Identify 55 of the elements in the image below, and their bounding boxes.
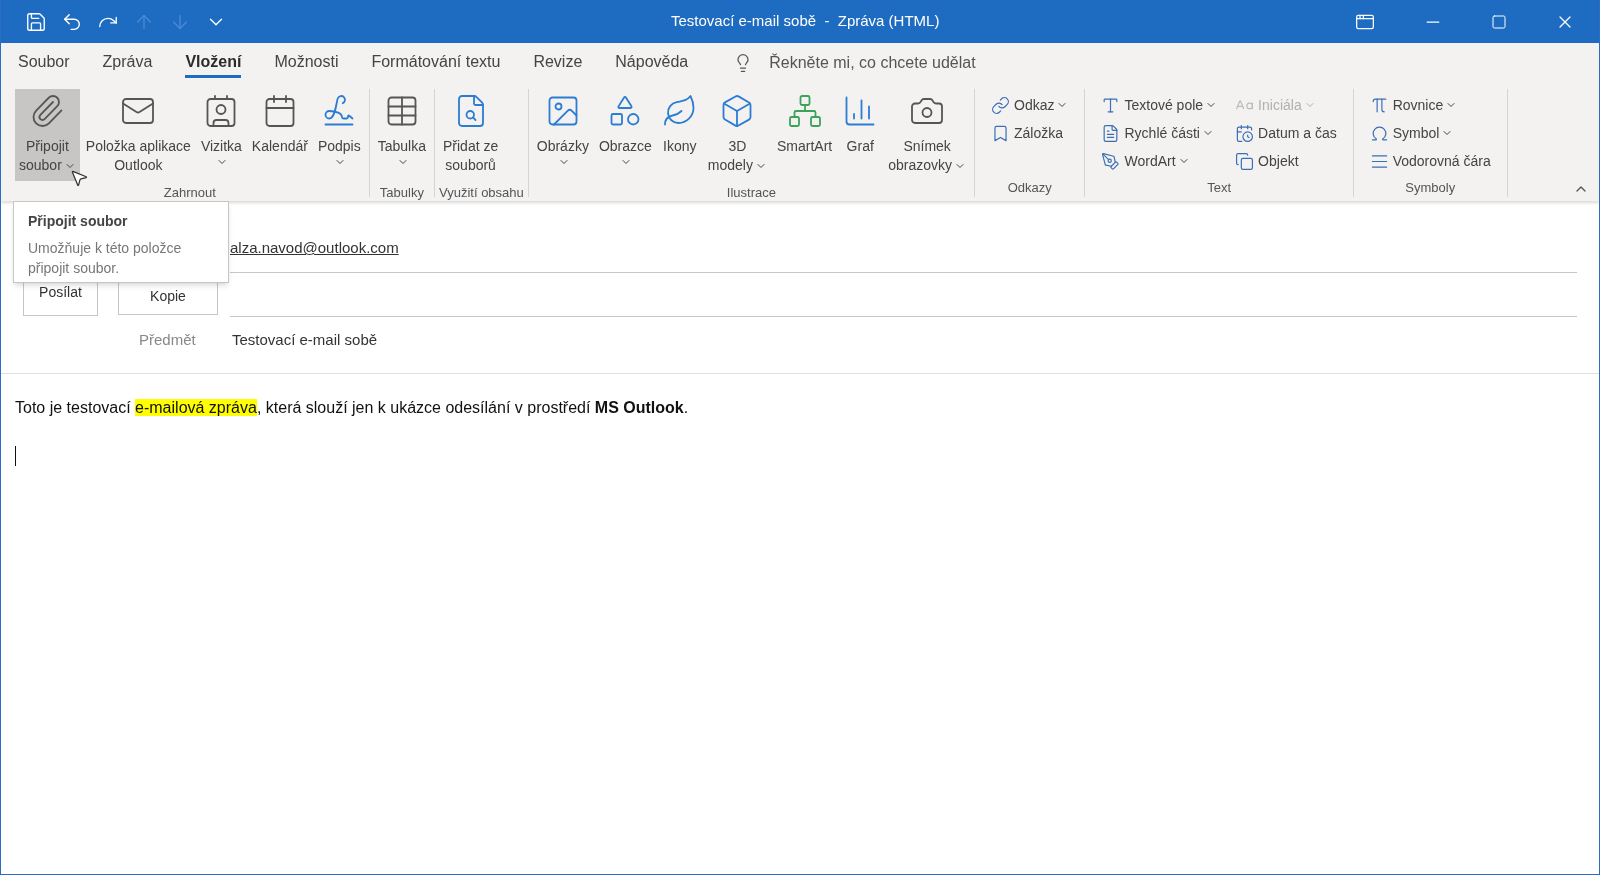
ribbon-button[interactable]: Připojit soubor [15,89,80,181]
save-icon[interactable] [25,10,47,33]
ribbon-button[interactable]: Textové pole [1097,91,1222,119]
ribbon-button[interactable]: Obrázky [532,89,593,181]
pen-tool-icon [1101,151,1121,171]
ribbon-button[interactable]: Snímek obrazovky [884,89,970,181]
maximize-icon[interactable] [1491,13,1507,30]
to-field[interactable]: alza.navod@outlook.com [230,225,1577,273]
ribbon-button[interactable]: Rychlé části [1097,119,1222,147]
ribbon-tab[interactable]: Nápověda [615,48,689,78]
message-paragraph: Toto je testovací e-mailová zpráva, která slouží jen k ukázce odesílání v prostředí MS Outlook. [15,398,690,418]
link-icon [991,95,1010,115]
ribbon-button[interactable]: Rovnice [1365,91,1495,119]
ribbon-button[interactable]: Symbol [1365,119,1495,147]
ribbon-button[interactable]: Záložka [987,119,1073,147]
ribbon-button[interactable]: Ikony [657,89,702,181]
ribbon-button[interactable]: Tabulka [373,89,430,181]
tell-me-search[interactable]: Řekněte mi, co chcete udělat [733,51,976,75]
ribbon-button[interactable]: Objekt [1231,147,1341,175]
group-label: Text [1206,178,1232,197]
text-cursor [15,446,16,466]
ribbon-tab[interactable]: Možnosti [274,48,339,78]
diagram-icon [786,93,823,129]
ribbon-button[interactable]: Položka aplikace Outlook [81,89,195,181]
group-label: Využití obsahu [439,184,524,202]
ribbon-button[interactable]: Obrazce [594,89,656,181]
group-label: Odkazy [1006,178,1053,197]
object-icon [1235,151,1255,171]
window-title: Testovací e-mail sobě - Zpráva (HTML) [671,11,940,32]
ribbon-button[interactable]: Přidat ze souborů [439,89,503,181]
ribbon-button[interactable]: Graf [838,89,883,181]
ribbon-tab[interactable]: Zpráva [102,48,153,78]
ribbon-button[interactable]: Podpis [313,89,365,181]
ribbon-button[interactable]: Vodorovná čára [1365,147,1495,175]
ribbon-button[interactable]: WordArt [1097,147,1222,175]
group-label: Zahrnout [162,184,217,202]
calendar-clock-icon [1235,123,1255,143]
ribbon-button[interactable]: Datum a čas [1231,119,1341,147]
ribbon-button[interactable]: Vizitka [196,89,246,181]
group-label: Tabulky [378,184,425,202]
recipient-link[interactable]: alza.navod@outlook.com [230,237,399,260]
group-label: Symboly [1404,178,1457,197]
bookmark-icon [991,123,1010,143]
ribbon-button[interactable]: Odkaz [987,91,1073,119]
group-label: Ilustrace [725,184,777,202]
subject-field[interactable]: Testovací e-mail sobě [232,328,378,352]
ribbon-button[interactable]: Kalendář [247,89,312,181]
ribbon-tab[interactable]: Soubor [18,48,70,78]
ribbon-button[interactable]: 3D modely [703,89,771,181]
ribbon-tab[interactable]: Formátování textu [371,48,501,78]
ribbon-tab[interactable]: Revize [533,48,583,78]
mouse-pointer-icon [69,168,89,188]
subject-label: Předmět [139,329,197,350]
ribbon-tab[interactable]: Vložení [185,48,242,78]
ribbon-button[interactable]: SmartArt [772,89,837,181]
